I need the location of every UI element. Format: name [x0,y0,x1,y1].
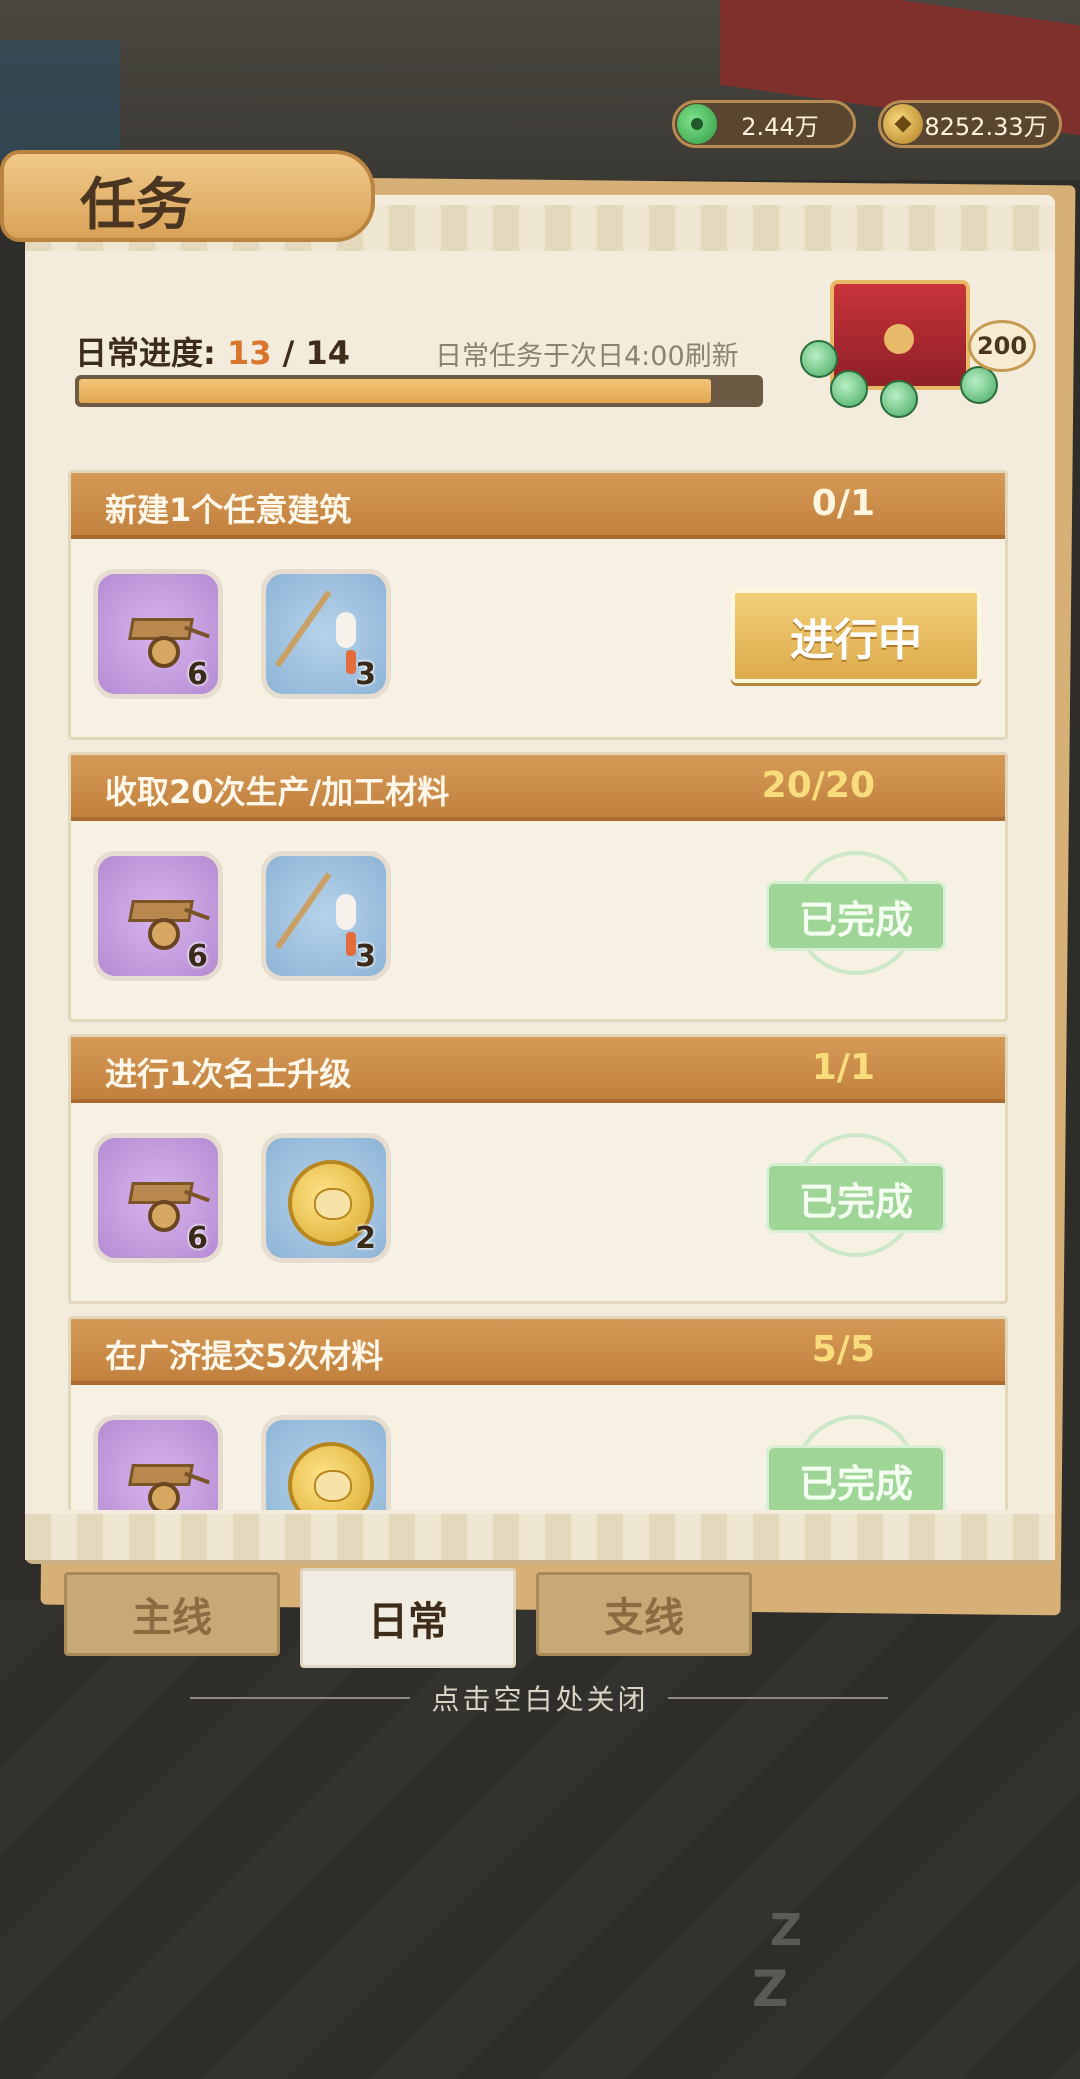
copper-currency[interactable]: 8252.33万 [878,100,1062,148]
daily-progress-label: 日常进度: 13 / 14 [75,328,350,374]
task-name: 收取20次生产/加工材料 [105,773,450,811]
sleep-z-icon: Z [770,1905,802,1956]
close-hint[interactable]: 点击空白处关闭 [0,1678,1080,1718]
progress-separator: / [271,334,306,372]
tab-side[interactable]: 支线 [536,1572,752,1656]
jade-coin-icon [830,370,868,408]
jade-coin-icon [800,340,838,378]
task-count: 0/1 [811,483,875,524]
brush-icon-tuft [336,894,356,930]
background-water [0,40,120,160]
completed-label: 已完成 [766,1163,946,1233]
progress-caption: 日常进度: [75,334,216,372]
task-name: 新建1个任意建筑 [105,491,352,529]
jade-currency[interactable]: 2.44万 [672,100,856,148]
completed-label: 已完成 [766,1445,946,1510]
tab-main[interactable]: 主线 [64,1572,280,1656]
background-street [0,1600,1080,2079]
reward-quantity: 6 [187,939,208,974]
reward-item[interactable]: 6 [93,1133,223,1263]
jade-coin-icon [677,104,717,144]
treasure-chest-reward[interactable]: 200 [800,270,1040,430]
copper-coin-icon [883,104,923,144]
task-header: 收取20次生产/加工材料 20/20 [71,755,1005,821]
completed-label: 已完成 [766,881,946,951]
brush-icon-stick [274,872,332,950]
brush-icon-tuft [336,612,356,648]
task-header: 新建1个任意建筑 0/1 [71,473,1005,539]
reward-item[interactable] [93,1415,223,1510]
reward-item[interactable]: 2 [261,1133,391,1263]
task-count: 5/5 [811,1329,875,1370]
completed-stamp: 已完成 [766,1415,946,1510]
brush-icon-stick [274,590,332,668]
jade-currency-value: 2.44万 [741,112,819,141]
completed-stamp: 已完成 [766,851,946,981]
task-card: 进行1次名士升级 1/1 6 2 已完成 [68,1034,1008,1304]
reward-quantity: 6 [187,1221,208,1256]
task-name: 在广济提交5次材料 [105,1337,384,1375]
sleep-z-icon: Z [752,1960,789,2018]
cart-icon-wheel [148,1200,180,1232]
cart-icon-wheel [148,636,180,668]
reward-item[interactable]: 3 [261,851,391,981]
progress-current: 13 [226,334,272,372]
reward-quantity: 3 [355,657,376,692]
refresh-note: 日常任务于次日4:00刷新 [435,341,739,372]
daily-progress-bar [75,375,763,407]
jade-coin-icon [960,366,998,404]
progress-total: 14 [305,334,350,372]
daily-progress-fill [79,379,712,403]
cart-icon-wheel [148,1482,180,1510]
task-header: 进行1次名士升级 1/1 [71,1037,1005,1103]
task-list[interactable]: 新建1个任意建筑 0/1 6 3 进行中 收取20次生产/加工材料 20/20 [68,470,1008,1510]
cart-icon [120,1456,210,1510]
page-title: 任务 [80,172,192,238]
chest-badge: 200 [968,320,1036,372]
task-card: 新建1个任意建筑 0/1 6 3 进行中 [68,470,1008,740]
task-count: 1/1 [811,1047,875,1088]
copper-currency-value: 8252.33万 [924,112,1048,141]
tab-daily[interactable]: 日常 [300,1568,516,1668]
reward-item[interactable]: 3 [261,569,391,699]
jade-coin-icon [880,380,918,418]
task-card: 收取20次生产/加工材料 20/20 6 3 已完成 [68,752,1008,1022]
cart-icon-wheel [148,918,180,950]
completed-stamp: 已完成 [766,1133,946,1263]
task-count: 20/20 [761,765,875,806]
reward-item[interactable] [261,1415,391,1510]
in-progress-button[interactable]: 进行中 [731,589,981,683]
panel-border-bottom [25,1514,1055,1560]
gold-coin-icon [288,1442,374,1510]
reward-quantity: 2 [355,1221,376,1256]
task-name: 进行1次名士升级 [105,1055,352,1093]
reward-quantity: 6 [187,657,208,692]
task-header: 在广济提交5次材料 5/5 [71,1319,1005,1385]
reward-item[interactable]: 6 [93,851,223,981]
task-card: 在广济提交5次材料 5/5 已完成 [68,1316,1008,1510]
reward-quantity: 3 [355,939,376,974]
reward-item[interactable]: 6 [93,569,223,699]
